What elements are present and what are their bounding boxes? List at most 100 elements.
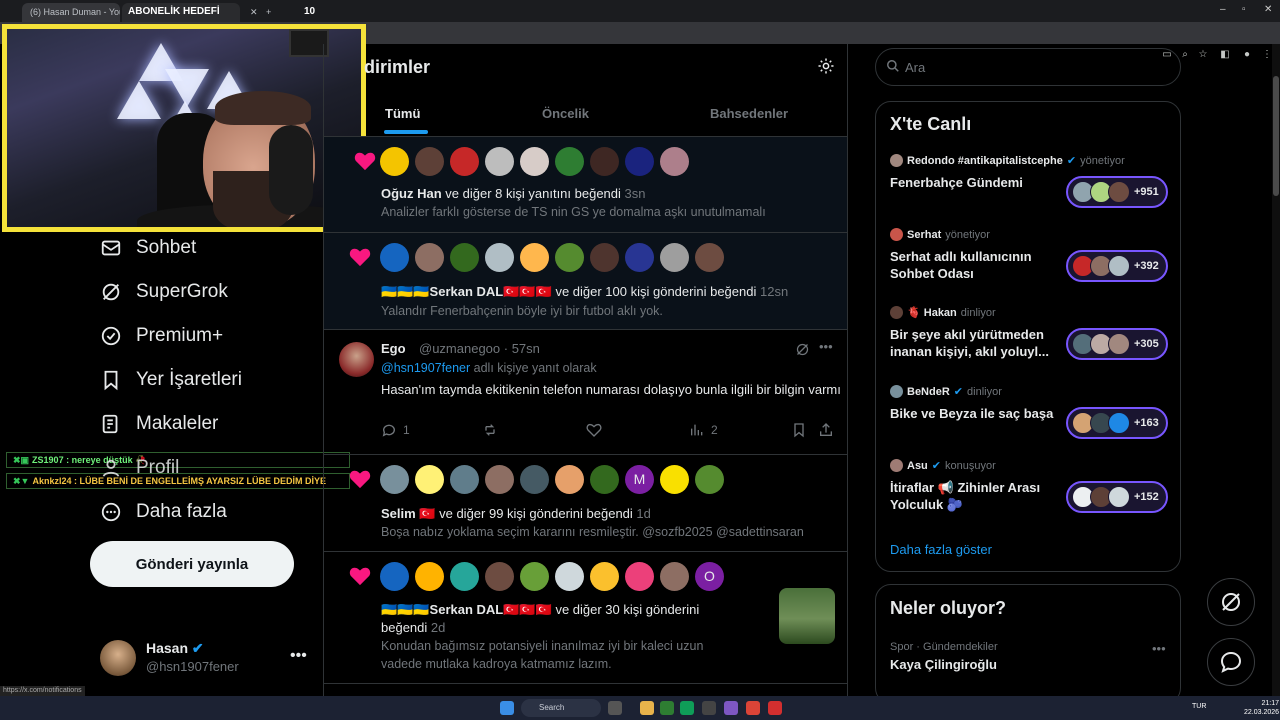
space-item[interactable]: 🫀 Hakan dinliyor Bir şeye akıl yürütmeden…	[890, 306, 1170, 368]
tab-all[interactable]: Tümü	[385, 106, 420, 121]
windows-start-icon[interactable]	[500, 701, 514, 715]
avatar[interactable]	[520, 465, 549, 494]
account-switcher[interactable]: Hasan ✔ @hsn1907fener •••	[100, 638, 312, 678]
gear-icon[interactable]	[817, 57, 835, 75]
space-item[interactable]: BeNdeR ✔ dinliyor Bike ve Beyza ile saç ba…	[890, 385, 1170, 445]
avatar[interactable]: O	[695, 562, 724, 591]
notification-item[interactable]: Oğuz Han ve diğer 8 kişi yanıtını beğend…	[324, 137, 847, 233]
scrollbar-thumb[interactable]	[1273, 76, 1279, 196]
language-indicator[interactable]: TUR	[1192, 703, 1206, 710]
scrollbar[interactable]	[1272, 44, 1280, 696]
avatar[interactable]	[660, 465, 689, 494]
reply-button[interactable]: 1	[381, 422, 410, 438]
avatar[interactable]	[485, 465, 514, 494]
avatar[interactable]	[520, 147, 549, 176]
file-explorer-icon[interactable]	[640, 701, 654, 715]
minimize-icon[interactable]: –	[1220, 4, 1226, 15]
space-item[interactable]: Redondo #antikapitalistcephe ✔ yönetiyor F…	[890, 154, 1170, 214]
space-item[interactable]: Asu ✔ konuşuyor İtiraflar 📢 Zihinler Arası…	[890, 459, 1170, 521]
browser-tab-close[interactable]: ✕	[242, 3, 258, 22]
tweet-thumbnail[interactable]	[779, 588, 835, 644]
more-icon[interactable]: •••	[1152, 641, 1166, 656]
avatar[interactable]	[625, 243, 654, 272]
avatar[interactable]	[485, 562, 514, 591]
avatar[interactable]	[695, 465, 724, 494]
avatar[interactable]	[660, 147, 689, 176]
like-button[interactable]	[586, 422, 602, 438]
avatar[interactable]	[625, 562, 654, 591]
avatar[interactable]	[660, 562, 689, 591]
avatar[interactable]	[450, 243, 479, 272]
share-button[interactable]	[818, 422, 834, 438]
repost-button[interactable]	[482, 422, 498, 438]
app-icon[interactable]	[768, 701, 782, 715]
actor-name[interactable]: 🇺🇦🇺🇦🇺🇦Serkan DAL🇹🇷🇹🇷🇹🇷	[381, 602, 552, 617]
nav-item-supergrok[interactable]: SuperGrok	[100, 277, 228, 307]
avatar[interactable]	[380, 147, 409, 176]
nav-item-premium[interactable]: Premium+	[100, 321, 223, 351]
avatar[interactable]: M	[625, 465, 654, 494]
space-join-pill[interactable]: +305	[1066, 328, 1168, 360]
show-more-link[interactable]: Daha fazla göster	[890, 542, 992, 557]
avatar[interactable]	[555, 465, 584, 494]
app-icon[interactable]	[702, 701, 716, 715]
app-icon[interactable]	[724, 701, 738, 715]
clock[interactable]: 21:17 22.03.2026	[1244, 699, 1279, 717]
views-button[interactable]: 2	[689, 422, 718, 438]
space-join-pill[interactable]: +152	[1066, 481, 1168, 513]
avatar[interactable]	[590, 465, 619, 494]
grok-icon[interactable]	[795, 342, 810, 357]
nav-item-more[interactable]: Daha fazla	[100, 497, 227, 527]
avatar[interactable]	[339, 342, 374, 377]
taskbar-search[interactable]: Search	[521, 699, 601, 717]
chrome-icon[interactable]	[746, 701, 760, 715]
browser-tab-youtube[interactable]: (6) Hasan Duman - YouTube	[22, 3, 120, 22]
actor-name[interactable]: Oğuz Han	[381, 186, 442, 201]
avatar[interactable]	[520, 562, 549, 591]
avatar[interactable]	[415, 465, 444, 494]
notification-item[interactable]: M Selim 🇹🇷 ve diğer 99 kişi gönderini be…	[324, 455, 847, 552]
space-join-pill[interactable]: +951	[1066, 176, 1168, 208]
avatar[interactable]	[415, 147, 444, 176]
nav-item-articles[interactable]: Makaleler	[100, 409, 218, 439]
avatar[interactable]	[555, 562, 584, 591]
avatar[interactable]	[695, 243, 724, 272]
avatar[interactable]	[590, 562, 619, 591]
avatar[interactable]	[555, 147, 584, 176]
tweet-author-name[interactable]: Ego	[381, 341, 406, 356]
taskview-icon[interactable]	[608, 701, 622, 715]
notification-item[interactable]: O 🇺🇦🇺🇦🇺🇦Serkan DAL🇹🇷🇹🇷🇹🇷 ve diğer 30 kiş…	[324, 552, 847, 684]
app-icon[interactable]	[660, 701, 674, 715]
messages-fab[interactable]	[1207, 638, 1255, 686]
post-button[interactable]: Gönderi yayınla	[90, 541, 294, 587]
space-item[interactable]: Serhat yönetiyor Serhat adlı kullanıcının…	[890, 228, 1170, 288]
avatar[interactable]	[415, 562, 444, 591]
avatar[interactable]	[415, 243, 444, 272]
nav-item-profile[interactable]: Profil	[100, 453, 179, 483]
avatar[interactable]	[450, 562, 479, 591]
avatar[interactable]	[625, 147, 654, 176]
nav-item-bookmarks[interactable]: Yer İşaretleri	[100, 365, 242, 395]
more-icon[interactable]: •••	[290, 647, 307, 665]
avatar[interactable]	[660, 243, 689, 272]
avatar[interactable]	[520, 243, 549, 272]
new-tab-icon[interactable]: +	[258, 3, 274, 22]
extensions-icon[interactable]: ◧	[1218, 48, 1232, 62]
trend-name[interactable]: Kaya Çilingiroğlu	[890, 657, 997, 672]
space-join-pill[interactable]: +392	[1066, 250, 1168, 282]
notification-item[interactable]: 🇺🇦🇺🇦🇺🇦Serkan DAL🇹🇷🇹🇷🇹🇷 ve diğer 100 kişi…	[324, 233, 847, 330]
close-window-icon[interactable]: ✕	[1264, 4, 1272, 15]
avatar[interactable]	[590, 243, 619, 272]
bookmark-star-icon[interactable]: ☆	[1196, 48, 1210, 62]
profile-icon[interactable]: ●	[1240, 48, 1254, 62]
avatar[interactable]	[555, 243, 584, 272]
avatar[interactable]	[485, 243, 514, 272]
zoom-icon[interactable]: ⌕	[1178, 48, 1192, 62]
avatar[interactable]	[380, 562, 409, 591]
tab-priority[interactable]: Öncelik	[542, 106, 589, 121]
mention-link[interactable]: @hsn1907fener	[381, 361, 470, 375]
actor-name[interactable]: Selim 🇹🇷	[381, 506, 435, 521]
tab-mentions[interactable]: Bahsedenler	[710, 106, 788, 121]
avatar[interactable]	[380, 243, 409, 272]
maximize-icon[interactable]: ▫	[1242, 4, 1246, 15]
